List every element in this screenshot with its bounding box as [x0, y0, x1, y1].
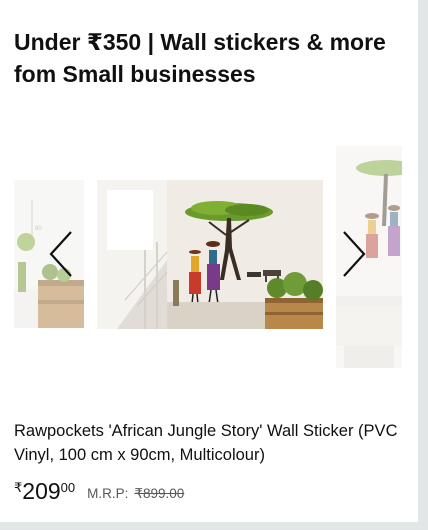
price-whole: 209: [22, 478, 61, 504]
chevron-right-icon: [343, 231, 366, 277]
mrp-value: ₹899.00: [134, 486, 185, 501]
price-currency-symbol: ₹: [14, 480, 23, 495]
product-title-link[interactable]: Rawpockets 'African Jungle Story' Wall S…: [14, 419, 406, 467]
deal-card: Under ₹350 | Wall stickers & more fom Sm…: [0, 0, 418, 522]
chevron-left-icon: [49, 231, 72, 277]
price-fraction: 00: [60, 480, 76, 495]
carousel-next-button[interactable]: [337, 226, 371, 282]
mrp-label: M.R.P:: [87, 486, 129, 501]
image-carousel: 90: [0, 140, 418, 372]
page-gutter-bottom: [0, 522, 428, 530]
svg-text:90: 90: [35, 226, 42, 232]
carousel-prev-button[interactable]: [44, 226, 78, 282]
main-slide-image: [97, 180, 323, 329]
page-gutter-right: [418, 0, 428, 530]
price-row: ₹ 209 00 M.R.P: ₹899.00: [14, 476, 184, 508]
carousel-main-slide[interactable]: [97, 180, 323, 329]
card-title[interactable]: Under ₹350 | Wall stickers & more fom Sm…: [14, 26, 409, 90]
